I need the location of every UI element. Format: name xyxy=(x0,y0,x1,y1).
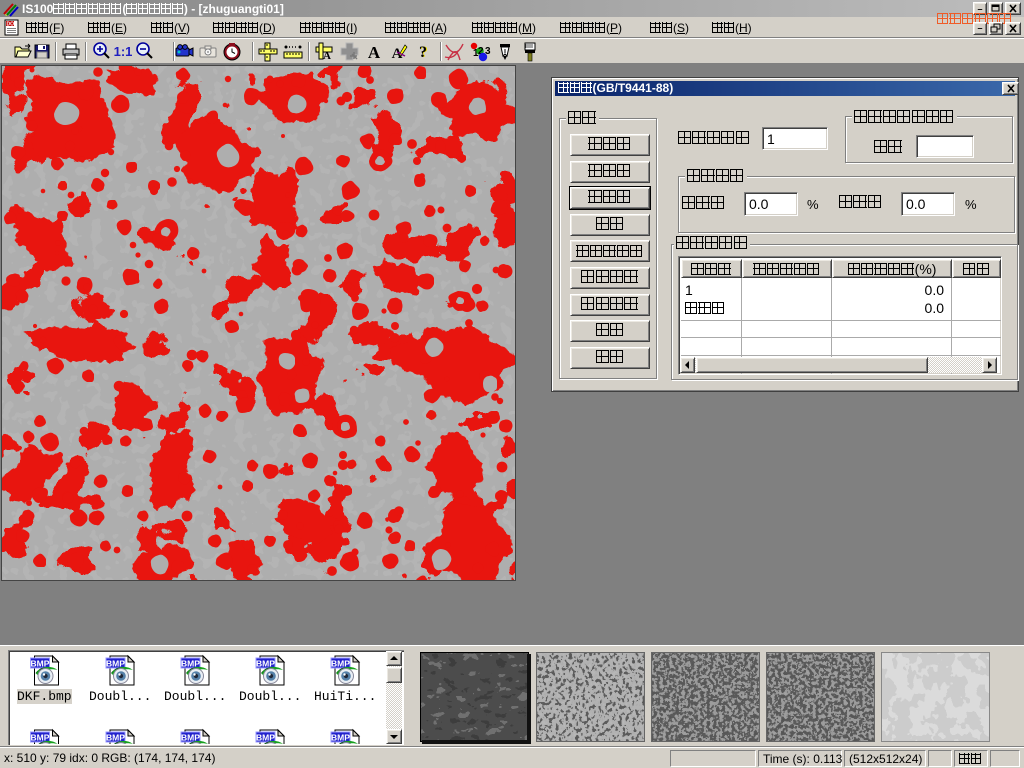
svg-text:A: A xyxy=(323,50,331,62)
svg-text:A: A xyxy=(368,43,381,62)
svg-text:DOC: DOC xyxy=(7,22,19,28)
svg-text:3: 3 xyxy=(485,46,491,57)
svg-text:?: ? xyxy=(419,44,427,61)
svg-text:1:1: 1:1 xyxy=(114,44,133,59)
